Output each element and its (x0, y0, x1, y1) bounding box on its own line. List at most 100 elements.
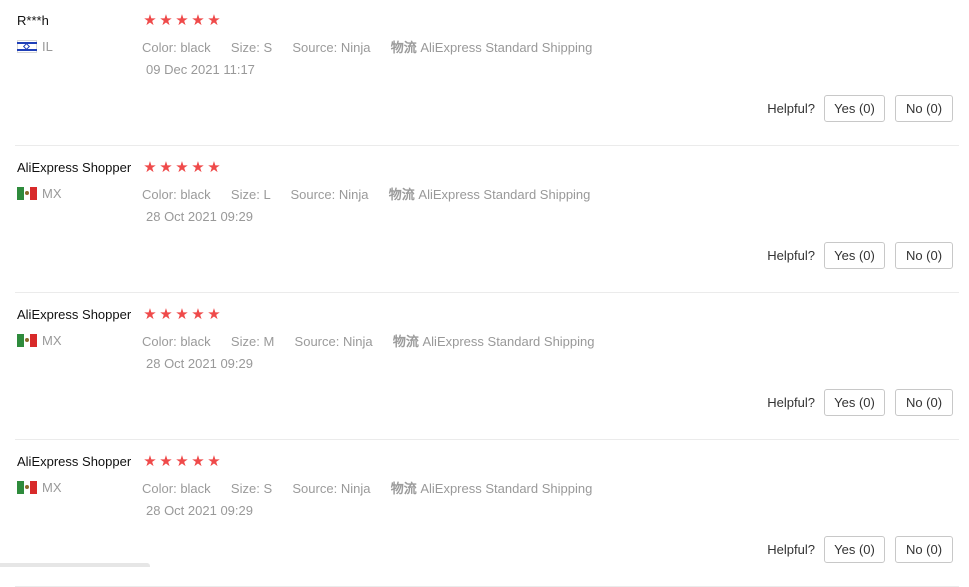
logistics-label: 物流 (390, 40, 417, 55)
review-attributes: Color: black Size: L Source: Ninja 物流 Al… (142, 184, 590, 203)
helpful-vote: Helpful? Yes (0) No (0) (767, 536, 953, 563)
star-icon: ★ (207, 159, 221, 176)
star-icon: ★ (207, 306, 221, 323)
star-rating: ★ ★ ★ ★ ★ (143, 13, 221, 28)
source-label: Source: (290, 187, 336, 202)
logistics-value: AliExpress Standard Shipping (418, 187, 591, 202)
helpful-no-button[interactable]: No (0) (895, 242, 953, 269)
mexico-flag-icon (17, 481, 37, 494)
star-icon: ★ (191, 453, 205, 470)
helpful-yes-button[interactable]: Yes (0) (824, 242, 885, 269)
star-icon: ★ (175, 306, 189, 323)
review-attributes: Color: black Size: M Source: Ninja 物流 Al… (142, 331, 595, 350)
source-value: Ninja (340, 481, 371, 496)
star-icon: ★ (191, 159, 205, 176)
star-icon: ★ (143, 453, 157, 470)
helpful-label: Helpful? (767, 101, 815, 116)
logistics-label: 物流 (392, 334, 419, 349)
source-value: Ninja (338, 187, 369, 202)
review-item: AliExpress Shopper MX ★ ★ ★ ★ ★ Color: black… (0, 293, 959, 440)
star-icon: ★ (159, 306, 173, 323)
helpful-label: Helpful? (767, 248, 815, 263)
source-label: Source: (292, 481, 338, 496)
star-icon: ★ (175, 159, 189, 176)
review-date: 28 Oct 2021 09:29 (146, 356, 253, 371)
star-icon: ★ (159, 12, 173, 29)
helpful-vote: Helpful? Yes (0) No (0) (767, 242, 953, 269)
reviewer-country: MX (17, 186, 62, 201)
star-icon: ★ (191, 12, 205, 29)
color-value: black (180, 187, 211, 202)
israel-flag-icon (17, 40, 37, 53)
logistics-label: 物流 (388, 187, 415, 202)
source-label: Source: (292, 40, 338, 55)
star-icon: ★ (159, 453, 173, 470)
color-label: Color: (142, 40, 177, 55)
mexico-flag-icon (17, 187, 37, 200)
reviewer-name: AliExpress Shopper (17, 454, 132, 469)
review-item: AliExpress Shopper MX ★ ★ ★ ★ ★ Color: black… (0, 146, 959, 293)
helpful-vote: Helpful? Yes (0) No (0) (767, 95, 953, 122)
star-icon: ★ (143, 159, 157, 176)
helpful-yes-button[interactable]: Yes (0) (824, 536, 885, 563)
country-code: IL (42, 39, 53, 54)
logistics-value: AliExpress Standard Shipping (420, 40, 593, 55)
size-value: S (263, 481, 273, 496)
color-label: Color: (142, 334, 177, 349)
helpful-vote: Helpful? Yes (0) No (0) (767, 389, 953, 416)
reviewer-country: IL (17, 39, 53, 54)
helpful-no-button[interactable]: No (0) (895, 536, 953, 563)
color-value: black (180, 40, 211, 55)
mexico-flag-icon (17, 334, 37, 347)
helpful-no-button[interactable]: No (0) (895, 389, 953, 416)
size-value: M (263, 334, 275, 349)
source-label: Source: (294, 334, 340, 349)
reviewer-name: AliExpress Shopper (17, 160, 132, 175)
review-date: 09 Dec 2021 11:17 (146, 62, 255, 77)
star-icon: ★ (159, 159, 173, 176)
size-label: Size: (230, 481, 260, 496)
star-rating: ★ ★ ★ ★ ★ (143, 160, 221, 175)
color-value: black (180, 481, 211, 496)
color-value: black (180, 334, 211, 349)
star-rating: ★ ★ ★ ★ ★ (143, 454, 221, 469)
size-label: Size: (230, 187, 260, 202)
source-value: Ninja (340, 40, 371, 55)
review-attributes: Color: black Size: S Source: Ninja 物流 Al… (142, 37, 592, 56)
source-value: Ninja (342, 334, 373, 349)
review-attributes: Color: black Size: S Source: Ninja 物流 Al… (142, 478, 592, 497)
logistics-value: AliExpress Standard Shipping (420, 481, 593, 496)
country-code: MX (42, 480, 62, 495)
logistics-label: 物流 (390, 481, 417, 496)
helpful-yes-button[interactable]: Yes (0) (824, 389, 885, 416)
size-label: Size: (230, 40, 260, 55)
country-code: MX (42, 186, 62, 201)
logistics-value: AliExpress Standard Shipping (422, 334, 595, 349)
color-label: Color: (142, 187, 177, 202)
country-code: MX (42, 333, 62, 348)
star-icon: ★ (191, 306, 205, 323)
helpful-no-button[interactable]: No (0) (895, 95, 953, 122)
reviewer-country: MX (17, 480, 62, 495)
reviewer-name: AliExpress Shopper (17, 307, 132, 322)
star-icon: ★ (143, 306, 157, 323)
star-icon: ★ (143, 12, 157, 29)
reviewer-name: R***h (17, 13, 49, 28)
review-date: 28 Oct 2021 09:29 (146, 209, 253, 224)
size-value: S (263, 40, 273, 55)
star-icon: ★ (175, 12, 189, 29)
size-value: L (263, 187, 271, 202)
star-icon: ★ (175, 453, 189, 470)
helpful-label: Helpful? (767, 542, 815, 557)
helpful-label: Helpful? (767, 395, 815, 410)
color-label: Color: (142, 481, 177, 496)
horizontal-scrollbar[interactable] (0, 563, 150, 567)
star-icon: ★ (207, 12, 221, 29)
review-date: 28 Oct 2021 09:29 (146, 503, 253, 518)
star-icon: ★ (207, 453, 221, 470)
size-label: Size: (230, 334, 260, 349)
review-item: R***h IL ★ ★ ★ ★ ★ Color: black Size: S Sour… (0, 0, 959, 146)
helpful-yes-button[interactable]: Yes (0) (824, 95, 885, 122)
star-rating: ★ ★ ★ ★ ★ (143, 307, 221, 322)
reviewer-country: MX (17, 333, 62, 348)
